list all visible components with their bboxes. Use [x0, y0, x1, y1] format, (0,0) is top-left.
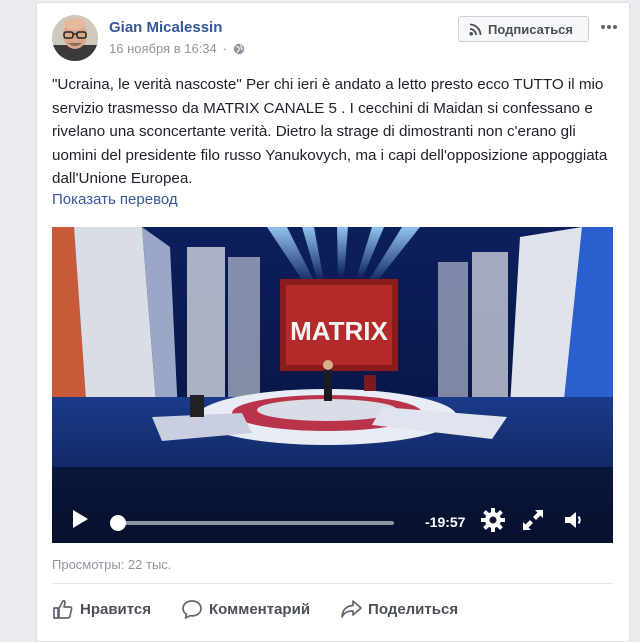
post-timestamp[interactable]: 16 ноября в 16:34	[109, 41, 217, 56]
like-label: Нравится	[80, 600, 152, 618]
comment-label: Комментарий	[209, 600, 311, 618]
like-button[interactable]: Нравится	[52, 598, 151, 620]
comment-button[interactable]: Комментарий	[181, 598, 310, 620]
thumbs-up-icon	[53, 599, 73, 619]
gear-icon[interactable]	[480, 507, 506, 533]
volume-icon[interactable]	[564, 509, 584, 531]
comment-icon	[182, 600, 202, 619]
screen-title: MATRIX	[290, 316, 388, 346]
globe-icon[interactable]	[233, 43, 245, 55]
subscribe-label: Подписаться	[488, 21, 574, 37]
share-icon	[341, 600, 362, 618]
divider	[52, 583, 613, 584]
fullscreen-icon[interactable]	[522, 509, 544, 531]
video-controls: -19:57	[52, 495, 613, 543]
author-name[interactable]: Gian Micalessin	[109, 19, 222, 36]
rss-icon	[469, 23, 482, 36]
more-options-button[interactable]	[599, 17, 619, 37]
post-card: Gian Micalessin 16 ноября в 16:34 · Подп…	[36, 2, 630, 642]
view-count: Просмотры: 22 тыс.	[52, 557, 172, 572]
time-remaining: -19:57	[425, 514, 466, 530]
scrubber-handle[interactable]	[110, 515, 126, 531]
share-button[interactable]: Поделиться	[340, 598, 458, 620]
subscribe-button[interactable]: Подписаться	[458, 16, 589, 42]
more-icon	[601, 25, 617, 29]
avatar-photo	[52, 15, 98, 61]
video-scrubber[interactable]	[110, 515, 394, 531]
show-translation-link[interactable]: Показать перевод	[52, 191, 178, 208]
post-meta: 16 ноября в 16:34 ·	[109, 41, 245, 56]
meta-separator: ·	[222, 41, 228, 56]
share-label: Поделиться	[368, 600, 459, 618]
action-bar: Нравится Комментарий Поделиться	[52, 595, 613, 623]
play-icon[interactable]	[70, 509, 90, 529]
video-player[interactable]: MATRIX -19:57	[52, 227, 613, 543]
avatar[interactable]	[52, 15, 98, 61]
post-text: "Ucraina, le verità nascoste" Per chi ie…	[52, 76, 608, 187]
